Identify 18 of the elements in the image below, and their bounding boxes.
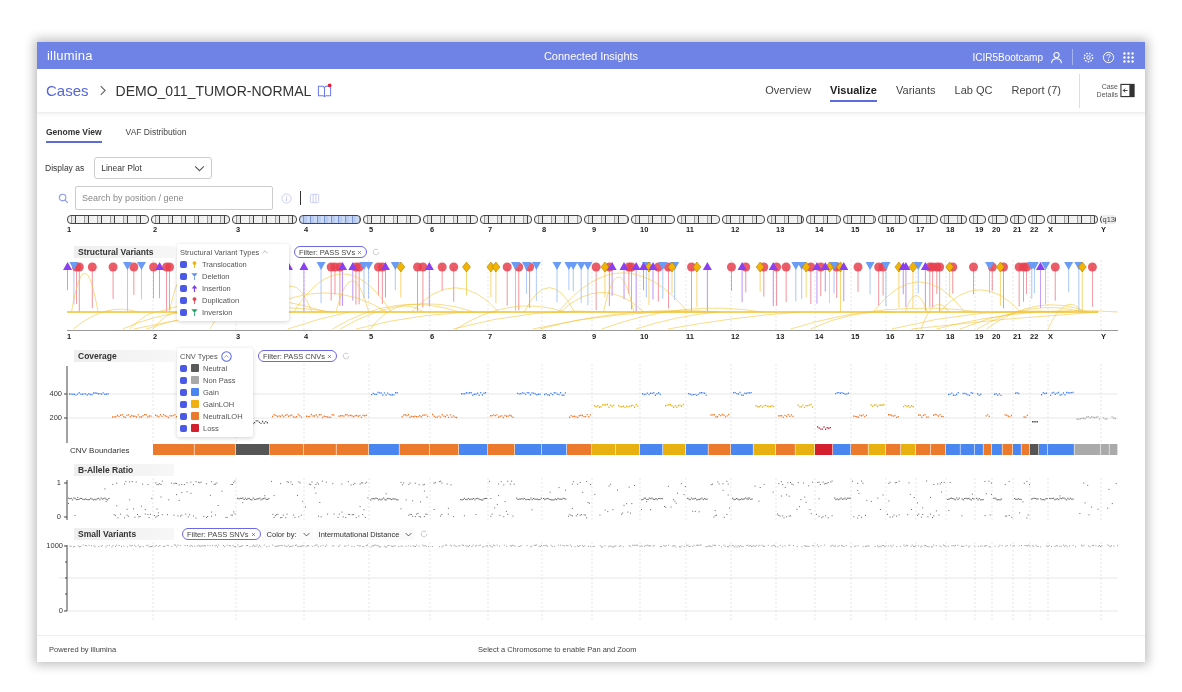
view-tab[interactable]: Genome View xyxy=(46,127,102,143)
nav-tab[interactable]: Report (7) xyxy=(1011,79,1061,102)
track-title: Small Variants xyxy=(74,528,174,540)
track-title: Coverage xyxy=(74,350,174,362)
display-as-label: Display as xyxy=(45,163,85,173)
nav-tab[interactable]: Visualize xyxy=(830,79,877,102)
track-title: Structural Variants xyxy=(74,246,174,258)
display-as-dropdown[interactable]: Linear Plot xyxy=(94,157,213,179)
case-name: DEMO_011_TUMOR-NORMAL xyxy=(115,82,312,99)
cnv-boundaries-label: CNV Boundaries xyxy=(70,446,130,455)
view-tab[interactable]: VAF Distribution xyxy=(125,127,187,143)
search-field[interactable]: Search by position / gene xyxy=(75,186,273,210)
track-title: B-Allele Ratio xyxy=(74,464,174,476)
nav-tab[interactable]: Lab QC xyxy=(954,79,993,102)
nav-tab[interactable]: Variants xyxy=(896,79,936,102)
nav-tab[interactable]: Overview xyxy=(765,79,812,102)
app-title: Connected Insights xyxy=(543,49,639,62)
cases-link[interactable]: Cases xyxy=(46,82,89,99)
